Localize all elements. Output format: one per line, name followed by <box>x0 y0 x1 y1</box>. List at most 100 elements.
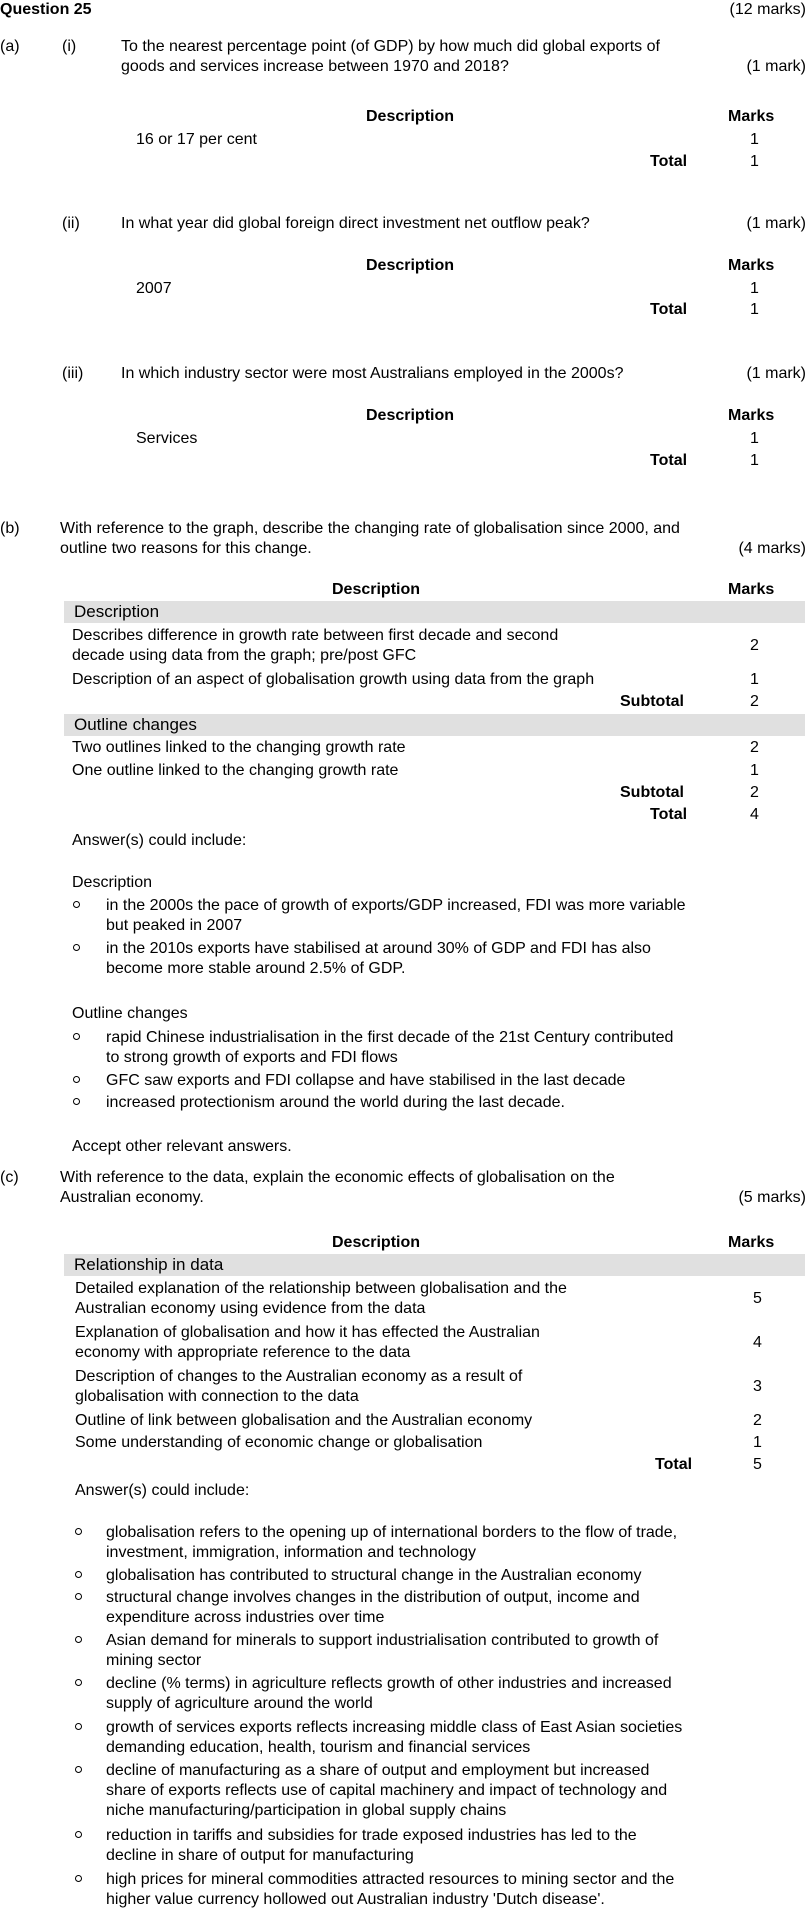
bullet-icon <box>73 1033 80 1040</box>
total-label: Total <box>650 806 688 823</box>
part-b-question: With reference to the graph, describe th… <box>60 519 680 559</box>
rubric-text: Description of an aspect of globalisatio… <box>72 671 595 688</box>
section-bar-outline-changes: Outline changes <box>64 714 805 736</box>
description-header: Description <box>366 257 455 274</box>
part-c-question: With reference to the data, explain the … <box>60 1168 615 1208</box>
question-line: goods and services increase between 1970… <box>121 58 509 75</box>
total-label: Total <box>650 301 688 318</box>
answer-bullet: decline of manufacturing as a share of o… <box>106 1761 667 1821</box>
bullet-icon <box>75 1766 82 1773</box>
question-line: Australian economy. <box>60 1189 204 1206</box>
total-value: 1 <box>750 153 759 170</box>
description-header: Description <box>332 1234 421 1251</box>
bullet-line: in the 2010s exports have stabilised at … <box>106 940 651 957</box>
rubric-mark: 1 <box>753 1434 762 1451</box>
rubric-mark: 2 <box>753 1412 762 1429</box>
accept-other-answers: Accept other relevant answers. <box>72 1138 292 1155</box>
description-header: Description <box>366 108 455 125</box>
subtotal-value: 2 <box>750 784 759 801</box>
answer-bullet: growth of services exports reflects incr… <box>106 1718 682 1758</box>
part-b-marks: (4 marks) <box>738 540 806 557</box>
answer-bullet: in the 2010s exports have stabilised at … <box>106 939 651 979</box>
bullet-line: decline of manufacturing as a share of o… <box>106 1762 650 1779</box>
description-header: Description <box>366 407 455 424</box>
bullet-icon <box>75 1528 82 1535</box>
rubric-text: Detailed explanation of the relationship… <box>75 1280 567 1297</box>
part-a-iii-marks: (1 mark) <box>746 365 806 382</box>
part-c-label: (c) <box>0 1169 19 1186</box>
rubric-mark: 5 <box>753 1290 762 1307</box>
bullet-icon <box>73 1098 80 1105</box>
bullet-line: but peaked in 2007 <box>106 917 243 934</box>
bullet-icon <box>75 1831 82 1838</box>
rubric-mark: 2 <box>750 637 759 654</box>
bullet-line: supply of agriculture around the world <box>106 1695 373 1712</box>
total-value: 5 <box>753 1456 762 1473</box>
answer-mark: 1 <box>750 131 759 148</box>
total-label: Total <box>650 452 688 469</box>
part-a-i-marks: (1 mark) <box>746 58 806 75</box>
marks-header: Marks <box>728 257 775 274</box>
section-title: Relationship in data <box>74 1255 224 1274</box>
part-a-i-question: To the nearest percentage point (of GDP)… <box>121 37 660 77</box>
bullet-icon <box>75 1875 82 1882</box>
bullet-line: become more stable around 2.5% of GDP. <box>106 960 406 977</box>
answers-intro: Answer(s) could include: <box>72 832 247 849</box>
answer-bullet: in the 2000s the pace of growth of expor… <box>106 896 686 936</box>
answer-text: 2007 <box>136 280 172 297</box>
rubric-text: One outline linked to the changing growt… <box>72 762 399 779</box>
bullet-line: Asian demand for minerals to support ind… <box>106 1632 659 1649</box>
part-b-label: (b) <box>0 520 20 537</box>
bullet-line: mining sector <box>106 1652 202 1669</box>
answer-text: 16 or 17 per cent <box>136 131 257 148</box>
answer-bullet: reduction in tariffs and subsidies for t… <box>106 1826 637 1866</box>
bullet-line: in the 2000s the pace of growth of expor… <box>106 897 686 914</box>
subtotal-label: Subtotal <box>620 784 684 801</box>
description-header: Description <box>332 581 421 598</box>
subtotal-value: 2 <box>750 693 759 710</box>
bullet-line: share of exports reflects use of capital… <box>106 1782 668 1799</box>
bullet-icon <box>73 901 80 908</box>
bullet-line: growth of services exports reflects incr… <box>106 1719 683 1736</box>
bullet-line: niche manufacturing/participation in glo… <box>106 1802 507 1819</box>
answer-group-heading: Description <box>72 874 153 891</box>
rubric-text: Explanation of globalisation and how it … <box>75 1324 540 1341</box>
bullet-line: decline in share of output for manufactu… <box>106 1847 414 1864</box>
bullet-line: higher value currency hollowed out Austr… <box>106 1891 605 1908</box>
total-label: Total <box>655 1456 693 1473</box>
answer-mark: 1 <box>750 430 759 447</box>
section-title: Description <box>74 602 160 621</box>
question-line: With reference to the data, explain the … <box>60 1169 615 1186</box>
part-a-iii-label: (iii) <box>62 365 84 382</box>
rubric-text: Describes difference in growth rate betw… <box>72 627 559 644</box>
bullet-line: globalisation refers to the opening up o… <box>106 1524 678 1541</box>
rubric-text: Two outlines linked to the changing grow… <box>72 739 406 756</box>
answer-group-heading: Outline changes <box>72 1005 188 1022</box>
question-line: With reference to the graph, describe th… <box>60 520 680 537</box>
bullet-line: to strong growth of exports and FDI flow… <box>106 1049 398 1066</box>
part-a-ii-label: (ii) <box>62 215 80 232</box>
part-a-label: (a) <box>0 38 20 55</box>
rubric-row: Detailed explanation of the relationship… <box>75 1279 567 1319</box>
bullet-line: reduction in tariffs and subsidies for t… <box>106 1827 637 1844</box>
marks-header: Marks <box>728 108 775 125</box>
total-value: 4 <box>750 806 759 823</box>
bullet-icon <box>75 1571 82 1578</box>
bullet-line: structural change involves changes in th… <box>106 1589 640 1606</box>
total-value: 1 <box>750 301 759 318</box>
rubric-text: globalisation with connection to the dat… <box>75 1388 359 1405</box>
bullet-icon <box>73 1076 80 1083</box>
bullet-icon <box>75 1593 82 1600</box>
bullet-line: investment, immigration, information and… <box>106 1544 476 1561</box>
part-c-marks: (5 marks) <box>738 1189 806 1206</box>
bullet-line: demanding education, health, tourism and… <box>106 1739 531 1756</box>
rubric-mark: 1 <box>750 762 759 779</box>
rubric-mark: 1 <box>750 671 759 688</box>
bullet-icon <box>75 1723 82 1730</box>
rubric-mark: 3 <box>753 1378 762 1395</box>
subtotal-label: Subtotal <box>620 693 684 710</box>
question-line: To the nearest percentage point (of GDP)… <box>121 38 660 55</box>
bullet-line: expenditure across industries over time <box>106 1609 385 1626</box>
rubric-row: Description of changes to the Australian… <box>75 1367 522 1407</box>
question-title: Question 25 <box>0 1 92 18</box>
